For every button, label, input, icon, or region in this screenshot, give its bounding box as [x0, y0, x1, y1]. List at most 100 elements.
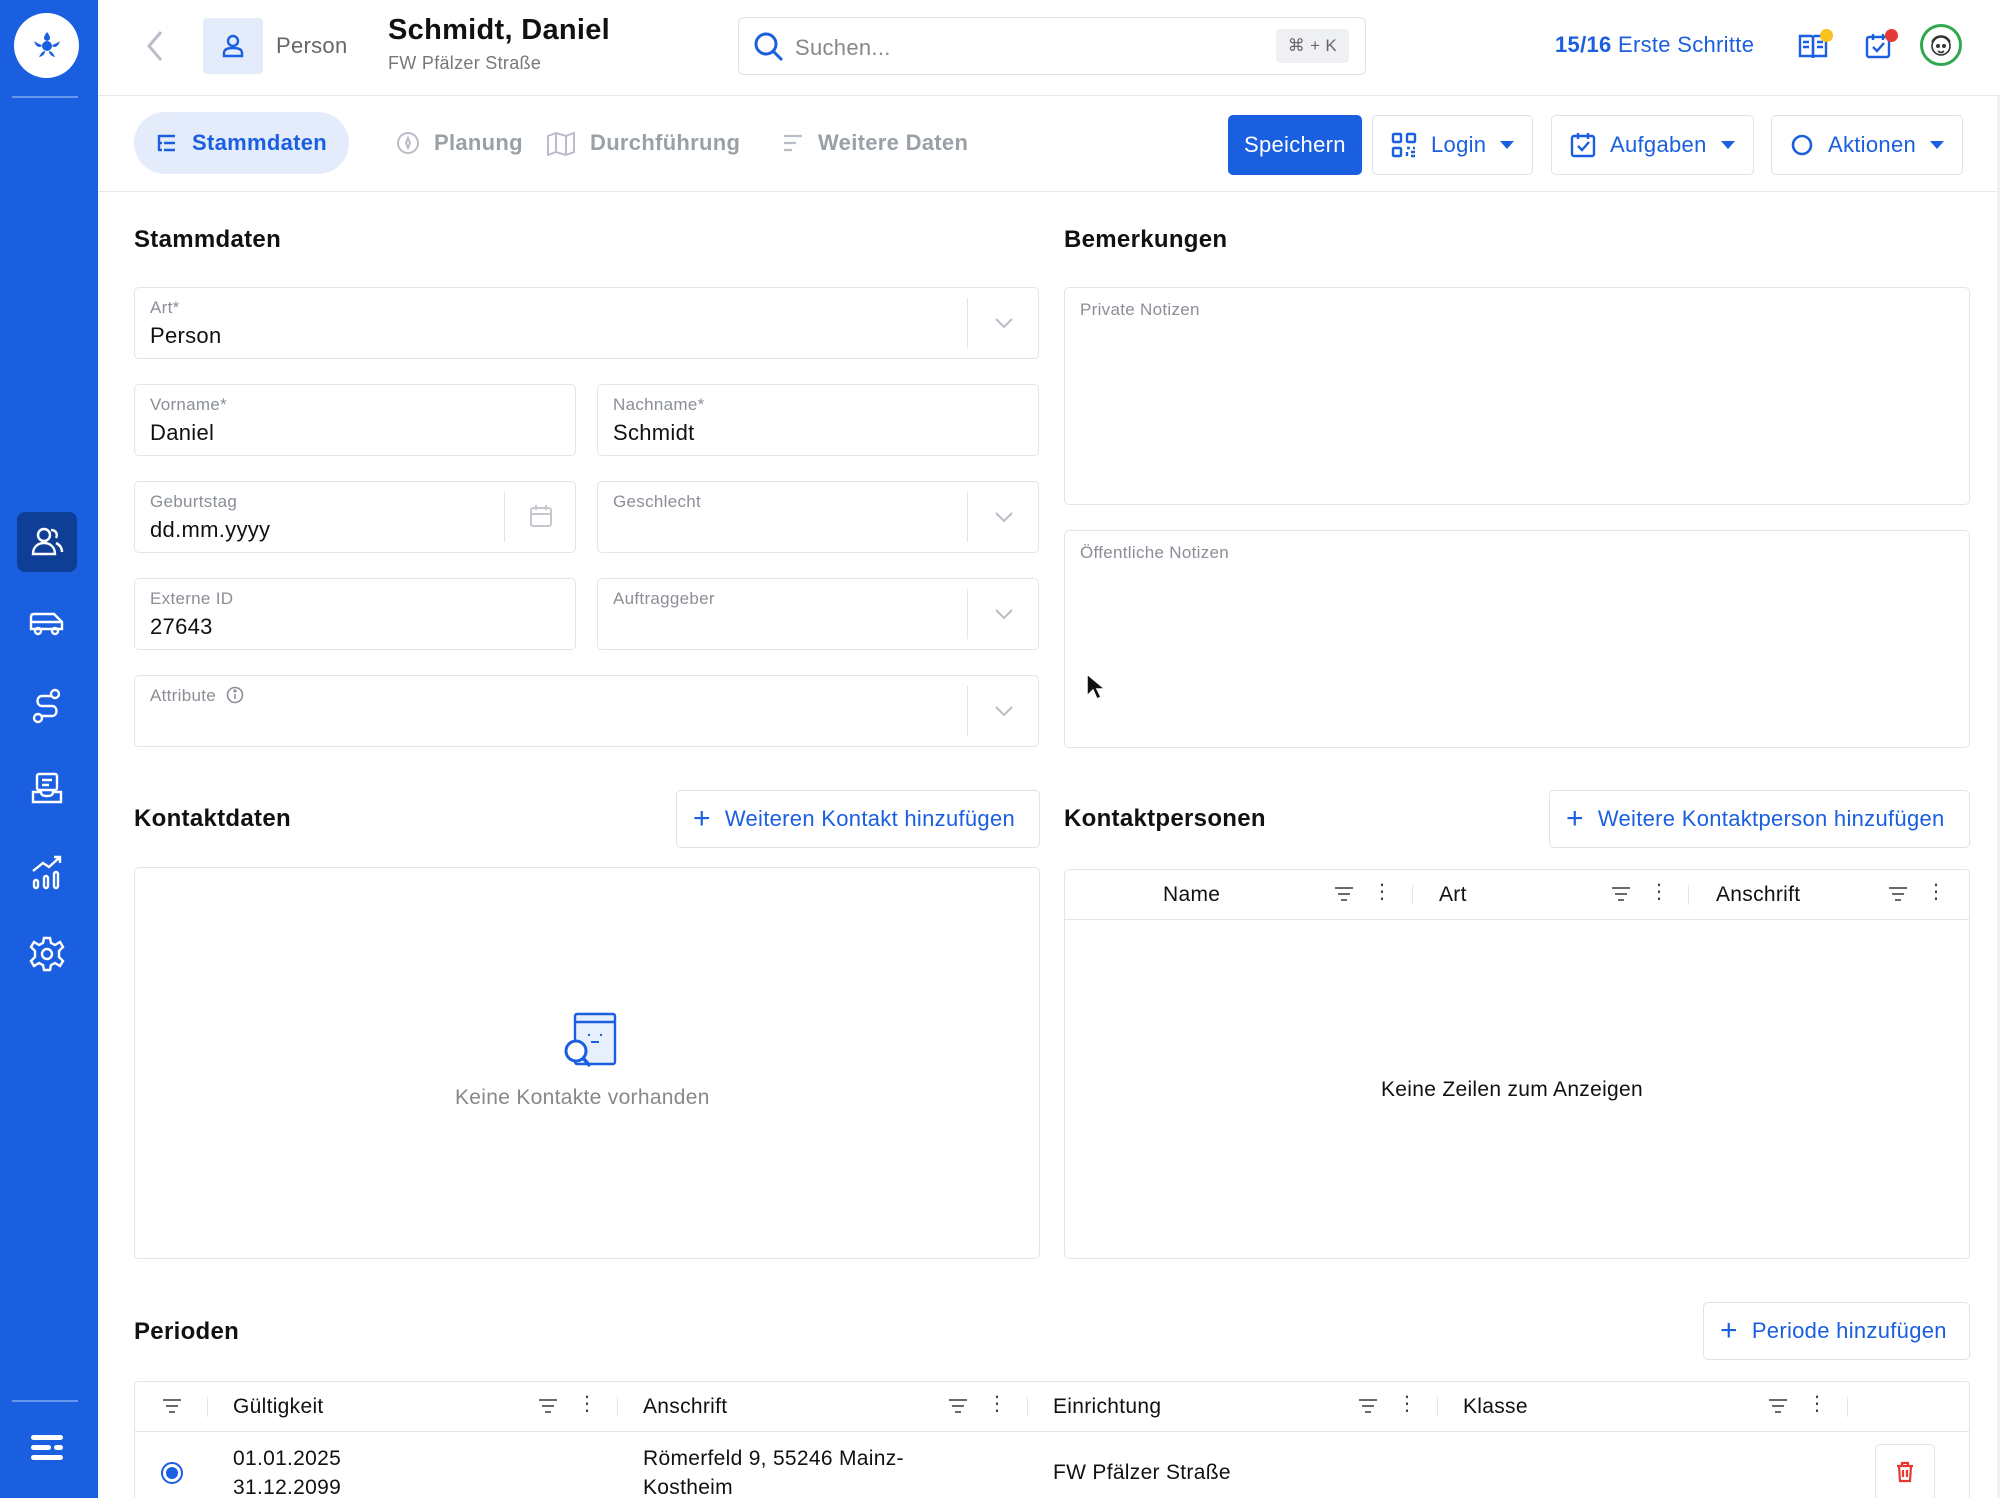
field-label: Auftraggeber	[613, 589, 715, 608]
user-avatar-icon	[1931, 35, 1951, 56]
filter-icon[interactable]	[161, 1396, 183, 1416]
delete-period-button[interactable]	[1875, 1444, 1935, 1498]
logo-icon	[33, 31, 60, 57]
avatar[interactable]	[1920, 24, 1962, 66]
field-divider	[967, 589, 968, 639]
onboarding-steps-link[interactable]: 15/16 Erste Schritte	[1555, 32, 1754, 58]
column-header-klasse[interactable]: Klasse	[1463, 1395, 1528, 1419]
bemerkungen-title: Bemerkungen	[1064, 226, 1228, 253]
attribute-label-text: Attribute	[150, 686, 217, 705]
auftraggeber-select[interactable]: Auftraggeber	[597, 578, 1039, 650]
add-contact-person-button[interactable]: + Weitere Kontaktperson hinzufügen	[1549, 790, 1970, 848]
kontaktpersonen-title: Kontaktpersonen	[1064, 805, 1266, 832]
caret-down-icon	[1500, 141, 1515, 149]
entity-type-chip	[203, 18, 263, 74]
field-value: Daniel	[150, 420, 215, 445]
login-label: Login	[1431, 132, 1487, 157]
attribute-select[interactable]: Attribute	[134, 675, 1039, 747]
search-icon	[754, 32, 784, 62]
mouse-cursor-icon	[1086, 672, 1107, 701]
notification-dot	[1820, 29, 1833, 42]
add-period-button[interactable]: + Periode hinzufügen	[1703, 1302, 1970, 1360]
art-select[interactable]: Art* Person	[134, 287, 1039, 359]
column-header-anschrift[interactable]: Anschrift	[643, 1395, 727, 1419]
row-select-radio[interactable]	[161, 1462, 183, 1484]
filter-icon[interactable]	[947, 1396, 969, 1416]
filter-icon[interactable]	[1333, 884, 1355, 904]
column-header-einrichtung[interactable]: Einrichtung	[1053, 1395, 1161, 1419]
sidebar-item-vehicles[interactable]	[17, 594, 77, 654]
column-header-art[interactable]: Art	[1439, 883, 1467, 907]
tasks-button[interactable]	[1858, 26, 1898, 66]
tasks-dropdown-button[interactable]: Aufgaben	[1551, 115, 1754, 175]
column-menu-icon[interactable]: ⋮	[1926, 882, 1946, 902]
calendar-icon[interactable]	[529, 504, 553, 528]
chevron-left-icon	[147, 31, 163, 61]
column-menu-icon[interactable]: ⋮	[987, 1394, 1007, 1414]
tab-label: Stammdaten	[192, 130, 328, 155]
public-notes-field[interactable]: Öffentliche Notizen	[1064, 530, 1970, 748]
chevron-down-icon	[995, 706, 1013, 717]
person-icon	[222, 34, 244, 58]
field-label: Nachname*	[613, 395, 705, 414]
tab-label: Weitere Daten	[818, 130, 969, 155]
sidebar-item-analytics[interactable]	[17, 842, 77, 902]
address-cell: Römerfeld 9, 55246 Mainz- Kostheim	[643, 1444, 904, 1498]
field-label: Art*	[150, 298, 180, 317]
column-header-gueltigkeit[interactable]: Gültigkeit	[233, 1395, 324, 1419]
filter-icon[interactable]	[1767, 1396, 1789, 1416]
geburtstag-field[interactable]: Geburtstag dd.mm.yyyy	[134, 481, 576, 553]
back-button[interactable]	[140, 26, 170, 66]
tab-durchfuehrung[interactable]: Durchführung	[524, 112, 762, 174]
notification-dot	[1885, 29, 1898, 42]
column-menu-icon[interactable]: ⋮	[577, 1394, 597, 1414]
column-header-anschrift[interactable]: Anschrift	[1716, 883, 1800, 907]
field-label: Vorname*	[150, 395, 228, 414]
tab-label: Planung	[434, 130, 523, 155]
column-menu-icon[interactable]: ⋮	[1372, 882, 1392, 902]
save-button[interactable]: Speichern	[1228, 115, 1362, 175]
column-menu-icon[interactable]: ⋮	[1807, 1394, 1827, 1414]
private-notes-field[interactable]: Private Notizen	[1064, 287, 1970, 505]
search-shortcut-badge: ⌘ + K	[1275, 29, 1349, 63]
filter-icon[interactable]	[1357, 1396, 1379, 1416]
sidebar-item-people[interactable]	[17, 512, 77, 572]
column-separator	[1027, 1397, 1028, 1417]
add-period-label: Periode hinzufügen	[1751, 1318, 1947, 1343]
tab-weitere-daten[interactable]: Weitere Daten	[760, 112, 990, 174]
inbox-icon	[31, 772, 63, 804]
actions-dropdown-button[interactable]: Aktionen	[1771, 115, 1964, 175]
nachname-field[interactable]: Nachname* Schmidt	[597, 384, 1039, 456]
sidebar-item-settings[interactable]	[17, 924, 77, 984]
add-contact-button[interactable]: + Weiteren Kontakt hinzufügen	[676, 790, 1040, 848]
filter-icon[interactable]	[1610, 884, 1632, 904]
vorname-field[interactable]: Vorname* Daniel	[134, 384, 576, 456]
entity-type-label: Person	[276, 33, 348, 58]
app-logo[interactable]	[14, 13, 79, 78]
filter-icon[interactable]	[537, 1396, 559, 1416]
sidebar-menu-toggle[interactable]	[17, 1418, 77, 1478]
valid-to: 31.12.2099	[233, 1476, 342, 1498]
docs-button[interactable]	[1793, 26, 1833, 66]
geschlecht-select[interactable]: Geschlecht	[597, 481, 1039, 553]
sidebar-item-routes[interactable]	[17, 676, 77, 736]
sidebar-divider	[12, 96, 78, 98]
menu-lines-icon	[31, 1435, 63, 1460]
column-header-name[interactable]: Name	[1163, 883, 1220, 907]
address-line-2: Kostheim	[643, 1476, 733, 1498]
plus-icon: +	[1566, 802, 1584, 835]
tab-stammdaten[interactable]: Stammdaten	[134, 112, 350, 174]
route-icon	[32, 688, 61, 724]
login-dropdown-button[interactable]: Login	[1372, 115, 1534, 175]
grid-header: Name ⋮ Art ⋮ Anschrift ⋮	[1065, 870, 1969, 920]
field-label: Attribute	[150, 686, 244, 706]
search-input[interactable]: Suchen... ⌘ + K	[738, 17, 1366, 75]
sidebar-item-inbox[interactable]	[17, 758, 77, 818]
column-menu-icon[interactable]: ⋮	[1649, 882, 1669, 902]
info-icon[interactable]	[226, 686, 244, 704]
column-menu-icon[interactable]: ⋮	[1397, 1394, 1417, 1414]
externe-id-field[interactable]: Externe ID 27643	[134, 578, 576, 650]
actions-label: Aktionen	[1828, 132, 1917, 157]
filter-icon[interactable]	[1887, 884, 1909, 904]
tab-planung[interactable]: Planung	[374, 112, 545, 174]
